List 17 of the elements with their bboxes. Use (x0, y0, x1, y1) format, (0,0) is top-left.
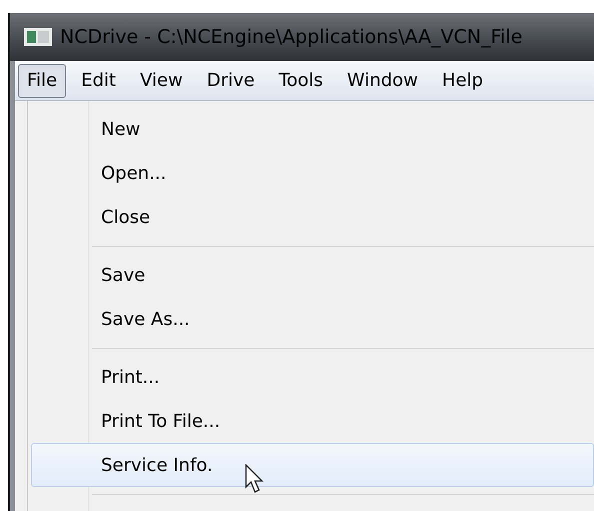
menu-item[interactable]: Close (31, 195, 594, 239)
menu-bar-item[interactable]: Window (338, 64, 428, 98)
menu-bar-item[interactable]: File (18, 64, 66, 98)
menu-item[interactable]: Save As... (31, 297, 594, 341)
menu-item[interactable]: Print... (31, 355, 594, 399)
menu-item[interactable]: Service Info. (31, 443, 594, 487)
menu-bar-item[interactable]: Tools (270, 64, 332, 98)
menu-bar-item[interactable]: Edit (72, 64, 125, 98)
menu-bar-item[interactable]: Drive (198, 64, 264, 98)
app-icon (24, 28, 52, 46)
menu-bar-item[interactable]: Help (433, 64, 492, 98)
menu-item[interactable]: Print To File... (31, 399, 594, 443)
menu-item[interactable]: Open... (31, 151, 594, 195)
menu-item[interactable]: Save (31, 253, 594, 297)
menu-bar-item[interactable]: View (130, 64, 192, 98)
menu-item[interactable]: New (31, 107, 594, 151)
window-title: NCDrive - C:\NCEngine\Applications\AA_VCN_File (60, 24, 522, 50)
